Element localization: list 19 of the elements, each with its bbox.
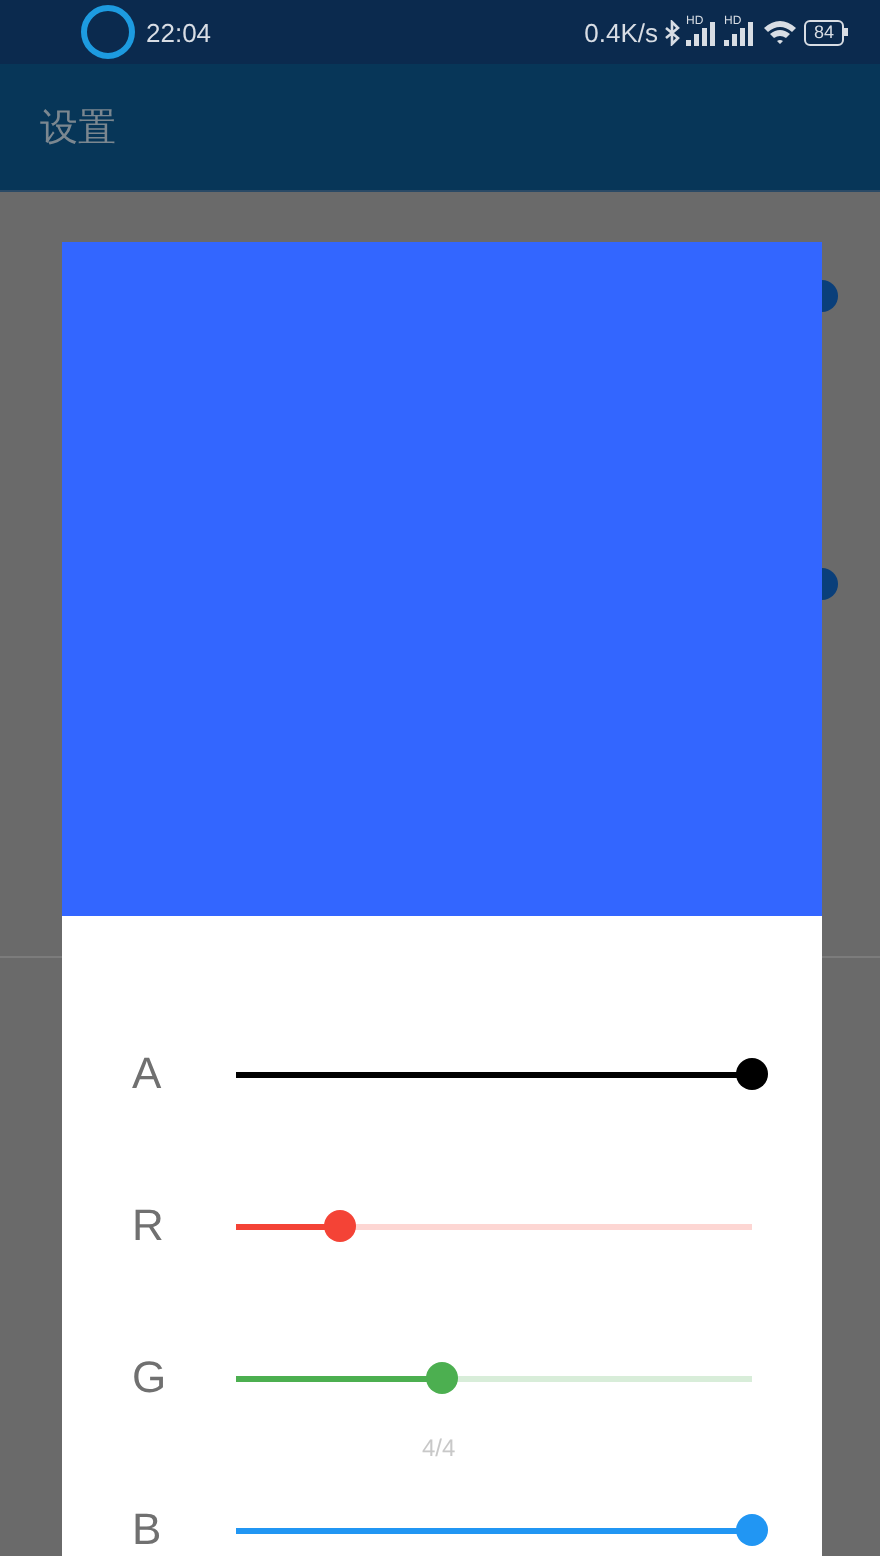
- slider-thumb[interactable]: [426, 1361, 459, 1393]
- slider-thumb[interactable]: [736, 1513, 768, 1545]
- clock-time: 22:04: [146, 17, 212, 47]
- channel-label: B: [132, 1506, 164, 1554]
- channel-label: R: [132, 1202, 166, 1250]
- ring-icon: [78, 2, 138, 62]
- wifi-icon: [761, 18, 798, 46]
- slider-thumb[interactable]: [736, 1057, 768, 1089]
- page-title: 设置: [40, 105, 116, 153]
- slider-thumb[interactable]: [323, 1209, 356, 1241]
- signal-icon: [685, 18, 718, 46]
- bluetooth-icon: [663, 19, 680, 45]
- channel-label: A: [132, 1050, 164, 1098]
- network-speed: 0.4K/s: [584, 17, 658, 47]
- battery-icon: 84: [803, 19, 848, 45]
- signal-icon: [723, 18, 756, 46]
- switch-thumb[interactable]: [822, 280, 838, 312]
- switch-thumb[interactable]: [822, 568, 838, 600]
- channel-label: G: [132, 1354, 169, 1402]
